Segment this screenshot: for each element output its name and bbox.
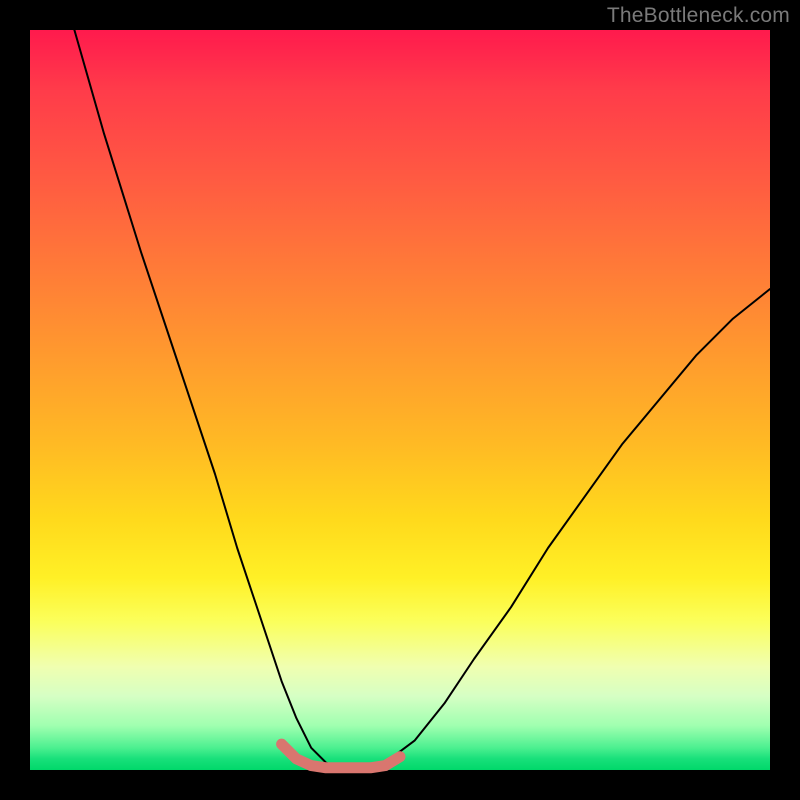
plot-area <box>30 30 770 770</box>
curve-svg <box>30 30 770 770</box>
watermark-text: TheBottleneck.com <box>607 4 790 28</box>
marker-point <box>395 752 405 762</box>
series-bottom-marker-band <box>282 744 400 768</box>
series-bottleneck-curve <box>74 30 770 770</box>
series-group <box>74 30 770 770</box>
marker-point <box>277 739 287 749</box>
chart-frame: TheBottleneck.com <box>0 0 800 800</box>
